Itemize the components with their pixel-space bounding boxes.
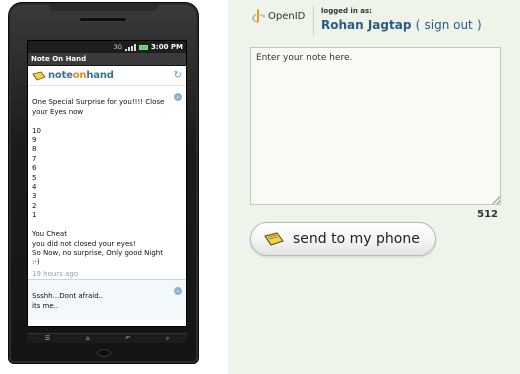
header-separator xyxy=(313,6,314,36)
chevron-down-icon[interactable]: ⌄ xyxy=(174,287,182,295)
phone-mockup: 3G 3:00 PM Note On Hand noteonhand ↻ One… xyxy=(8,2,199,364)
network-type: 3G xyxy=(113,43,123,51)
sign-out-link[interactable]: sign out xyxy=(424,18,472,32)
close-paren: ) xyxy=(476,18,482,32)
status-bar: 3G 3:00 PM xyxy=(28,41,186,53)
phone-earpiece xyxy=(79,17,127,22)
phone-screen: 3G 3:00 PM Note On Hand noteonhand ↻ One… xyxy=(27,40,187,327)
notebook-icon xyxy=(32,71,46,80)
web-panel: OpenID logged in as: Rohan Jagtap ( sign… xyxy=(228,0,520,374)
openid-icon xyxy=(252,9,265,23)
note-item[interactable]: Ssshh...Dont afraid.. its me.. ⌄ xyxy=(28,280,186,320)
brand-row: noteonhand ↻ xyxy=(28,66,186,86)
openid-badge: OpenID xyxy=(252,9,305,23)
phone-nav-bar: ☰ ⌂ ↶ ⌕ xyxy=(27,333,187,343)
chevron-down-icon[interactable]: ⌄ xyxy=(174,93,182,101)
refresh-icon[interactable]: ↻ xyxy=(174,70,182,81)
search-icon[interactable]: ⌕ xyxy=(166,335,169,343)
note-timestamp: 19 hours ago xyxy=(32,269,79,278)
brand-name: noteonhand xyxy=(48,70,114,81)
note-text: One Special Surprise for you!!!! Close y… xyxy=(32,98,165,267)
phone-trackpad xyxy=(97,349,111,357)
user-line: Rohan Jagtap ( sign out ) xyxy=(321,18,482,32)
resize-handle[interactable] xyxy=(492,196,500,204)
open-paren: ( xyxy=(415,18,421,32)
app-logo: noteonhand xyxy=(32,70,114,81)
status-clock: 3:00 PM xyxy=(151,43,183,51)
battery-icon xyxy=(139,44,149,50)
home-icon[interactable]: ⌂ xyxy=(86,335,90,342)
openid-label: OpenID xyxy=(268,10,306,22)
send-to-phone-button[interactable]: send to my phone xyxy=(250,222,436,256)
app-title-bar: Note On Hand xyxy=(28,53,186,66)
user-name: Rohan Jagtap xyxy=(321,18,412,32)
back-icon[interactable]: ↶ xyxy=(125,335,130,342)
send-button-label: send to my phone xyxy=(293,231,420,247)
char-counter: 512 xyxy=(477,209,498,220)
note-input[interactable] xyxy=(250,47,501,205)
phone-top-strip xyxy=(49,3,158,11)
signal-icon xyxy=(125,43,137,51)
menu-icon[interactable]: ☰ xyxy=(45,335,50,342)
note-text: Ssshh...Dont afraid.. its me.. xyxy=(32,292,104,310)
notebook-icon xyxy=(264,232,284,246)
logged-in-label: logged in as: xyxy=(321,7,372,15)
note-item[interactable]: One Special Surprise for you!!!! Close y… xyxy=(28,86,186,279)
